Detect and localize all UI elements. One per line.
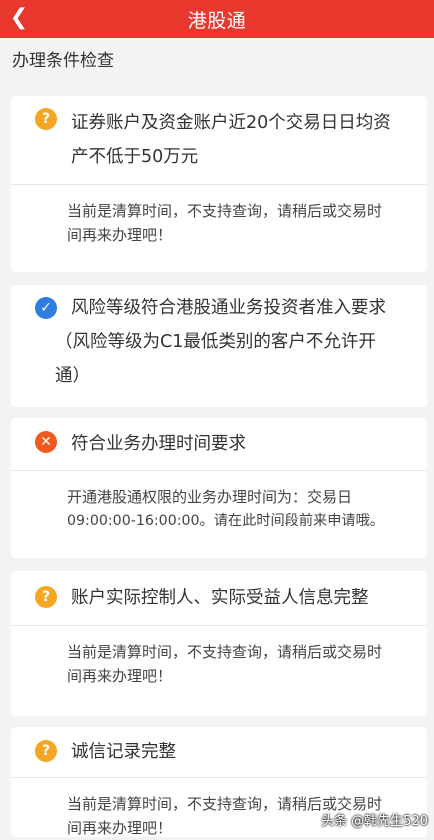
top-bar: ❮ 港股通	[0, 0, 434, 38]
message-line: 间再来办理吧！	[67, 664, 405, 688]
condition-card-assets: ? 证券账户及资金账户近20个交易日日均资 产不低于50万元 当前是清算时间，不…	[11, 96, 427, 272]
condition-title-line: 通）	[55, 359, 386, 393]
condition-header: ✕ 符合业务办理时间要求	[11, 418, 427, 470]
condition-title-line: 诚信记录完整	[71, 735, 176, 769]
condition-title-line: （风险等级为C1最低类别的客户不允许开	[55, 325, 386, 359]
condition-title-line: 风险等级符合港股通业务投资者准入要求	[71, 291, 386, 325]
condition-title-line: 产不低于50万元	[71, 140, 391, 174]
condition-title-line: 账户实际控制人、实际受益人信息完整	[71, 581, 369, 615]
message-line: 当前是清算时间，不支持查询，请稍后或交易时	[67, 640, 405, 664]
message-line: 间再来办理吧！	[67, 223, 405, 247]
message-line: 开通港股通权限的业务办理时间为：交易日	[67, 485, 405, 509]
back-button[interactable]: ❮	[6, 3, 32, 33]
question-icon: ?	[35, 740, 57, 762]
condition-message: 当前是清算时间，不支持查询，请稍后或交易时 间再来办理吧！	[11, 185, 427, 247]
condition-header: ? 证券账户及资金账户近20个交易日日均资 产不低于50万元	[11, 96, 427, 184]
condition-card-risk-level: ✓ 风险等级符合港股通业务投资者准入要求 （风险等级为C1最低类别的客户不允许开…	[11, 285, 427, 407]
condition-title-line: 证券账户及资金账户近20个交易日日均资	[71, 106, 391, 140]
condition-header: ? 账户实际控制人、实际受益人信息完整	[11, 571, 427, 625]
message-line: 当前是清算时间，不支持查询，请稍后或交易时	[67, 199, 405, 223]
page-title: 港股通	[188, 6, 247, 33]
condition-message: 当前是清算时间，不支持查询，请稍后或交易时 间再来办理吧！	[11, 626, 427, 688]
question-icon: ?	[35, 108, 57, 130]
section-title: 办理条件检查	[12, 46, 114, 71]
condition-header: ? 诚信记录完整	[11, 727, 427, 777]
condition-message: 开通港股通权限的业务办理时间为：交易日 09:00:00-16:00:00。请在…	[11, 471, 427, 533]
condition-message: 当前是清算时间，不支持查询，请稍后或交易时 间再来办理吧！	[11, 778, 427, 840]
condition-header: ✓ 风险等级符合港股通业务投资者准入要求 （风险等级为C1最低类别的客户不允许开…	[11, 285, 427, 407]
close-icon: ✕	[35, 431, 57, 453]
condition-card-business-hours: ✕ 符合业务办理时间要求 开通港股通权限的业务办理时间为：交易日 09:00:0…	[11, 418, 427, 558]
watermark: 头条 @韩先生520	[321, 810, 428, 829]
condition-card-controller-info: ? 账户实际控制人、实际受益人信息完整 当前是清算时间，不支持查询，请稍后或交易…	[11, 571, 427, 716]
check-icon: ✓	[35, 297, 57, 319]
message-line: 09:00:00-16:00:00。请在此时间段前来申请哦。	[67, 509, 405, 533]
condition-title-line: 符合业务办理时间要求	[71, 427, 246, 461]
chevron-left-icon: ❮	[10, 7, 28, 29]
question-icon: ?	[35, 586, 57, 608]
